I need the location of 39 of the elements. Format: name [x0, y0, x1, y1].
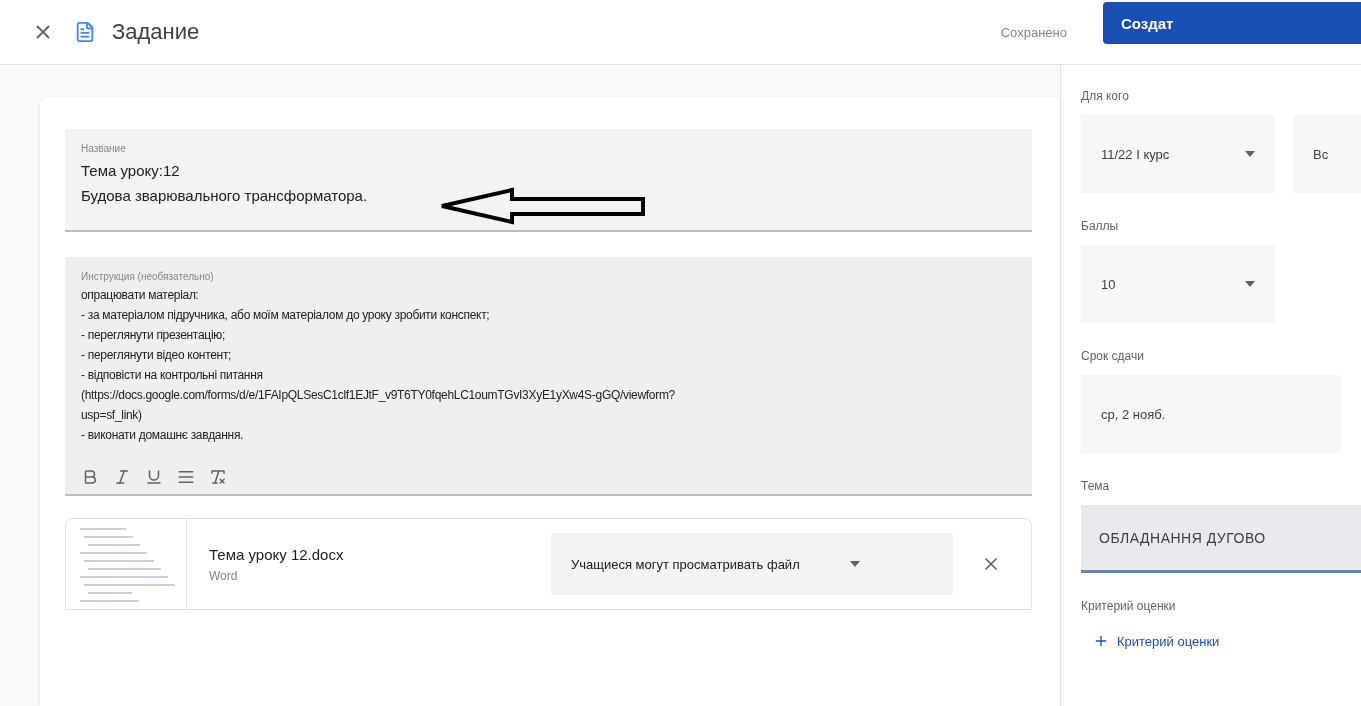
window-title: Задание: [112, 19, 200, 45]
dropdown[interactable]: 10: [1081, 245, 1275, 323]
clear-formatting-icon[interactable]: [209, 468, 227, 486]
instruction-text: usp=sf_link): [81, 408, 143, 422]
document-icon: [74, 21, 96, 43]
create-button[interactable]: Создат: [1103, 2, 1361, 44]
field-label: Критерий оценки: [1081, 599, 1177, 613]
caret-icon: [1245, 151, 1255, 157]
title-text: Тема уроку:12: [81, 162, 181, 179]
field-label: Для кого: [1081, 89, 1130, 103]
save-status: Сохранено: [1000, 24, 1067, 40]
field-label: Тема: [1081, 479, 1111, 493]
instruction-text: - виконати домашнє завдання.: [81, 428, 245, 442]
title-text: Будова зварювального трансформатора.: [81, 187, 369, 204]
instruction-text: (https://docs.google.com/forms/d/e/1FAIpQLSesC1clf1EJtF_v9T6TY0fqehLC1oumTGvI3XyE1yXw4S-gGQ/viewform?: [81, 388, 676, 402]
permission-dropdown[interactable]: Учащиеся могут просматривать файл: [551, 533, 953, 595]
field-label: Баллы: [1081, 219, 1120, 233]
due-date-field[interactable]: ср, 2 нояб.: [1081, 375, 1341, 453]
instruction-text: опрацювати матеріал:: [81, 288, 200, 302]
dropdown[interactable]: Вс: [1293, 115, 1361, 193]
instruction-text: - за матеріалом підручника, або моїм матеріалом до уроку зробити конспект;: [81, 308, 491, 322]
underline-icon[interactable]: [145, 468, 163, 486]
italic-icon[interactable]: [113, 468, 131, 486]
file-name[interactable]: Тема уроку 12.docx: [209, 545, 529, 563]
title-field[interactable]: Название Тема уроку:12 Будова зварювального трансформатора.: [65, 129, 1032, 232]
field-label: Название: [81, 143, 127, 154]
topic-dropdown[interactable]: ОБЛАДНАННЯ ДУГОВО: [1081, 505, 1361, 573]
list-icon[interactable]: [177, 468, 195, 486]
instructions-field[interactable]: [65, 257, 1032, 496]
instruction-text: - переглянути презентацію;: [81, 328, 226, 342]
dropdown[interactable]: 11/22 І курс: [1081, 115, 1275, 193]
file-type: Word: [209, 568, 239, 583]
field-label: Срок сдачи: [1081, 349, 1145, 363]
caret-icon: [1245, 281, 1255, 287]
instruction-text: - переглянути відео контент;: [81, 348, 233, 362]
instruction-text: - відповісти на контрольні питання: [81, 368, 264, 382]
caret-icon: [849, 561, 860, 567]
field-label: Инструкция (необязательно): [81, 271, 215, 282]
plus-icon: [1093, 633, 1109, 649]
